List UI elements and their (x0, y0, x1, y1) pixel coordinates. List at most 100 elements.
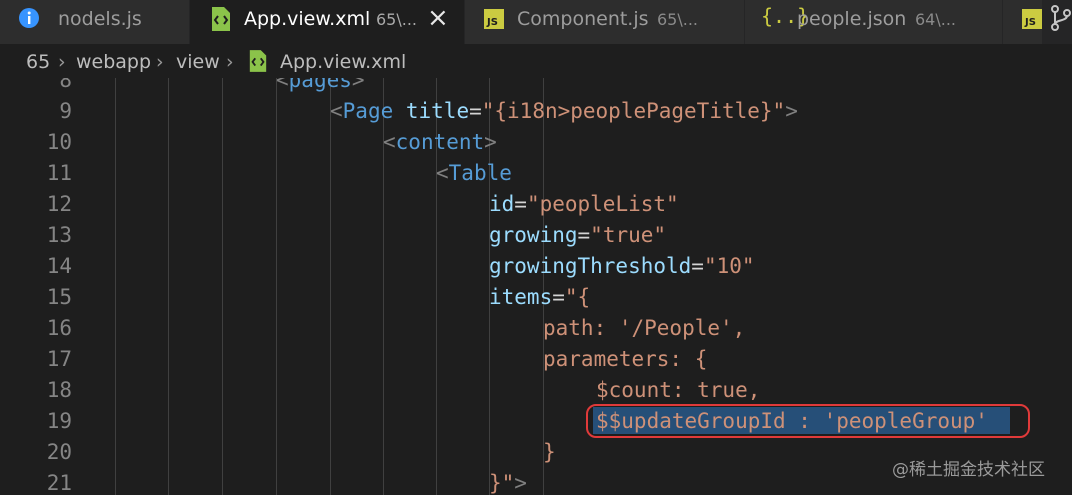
code-token: "{i18n>peoplePageTitle}" (481, 99, 786, 123)
code-token: path: '/People', (543, 316, 746, 340)
code-token: < (330, 99, 343, 123)
code-text: id="peopleList" (489, 189, 679, 220)
code-token: title (393, 99, 470, 123)
code-token: growing (489, 223, 578, 247)
code-token: Page (342, 99, 394, 123)
code-token: $count: true, (596, 378, 761, 402)
tab-label: nodels.js (58, 8, 142, 30)
breadcrumb-item[interactable]: view (176, 51, 220, 73)
editor-tab-bar: nodels.js App.view.xml 65\... × JS Compo… (0, 0, 1072, 44)
code-line[interactable]: 10 <content> (0, 127, 1072, 158)
xml-file-icon (248, 49, 268, 78)
code-token: pages (288, 78, 352, 92)
line-number: 10 (46, 130, 72, 154)
code-token: > (785, 99, 798, 123)
code-text: growing="true" (489, 220, 666, 251)
code-text: <content> (383, 127, 497, 158)
close-icon[interactable]: × (427, 3, 449, 33)
code-token: = (552, 285, 565, 309)
line-number: 17 (46, 347, 72, 371)
line-number: 9 (59, 99, 72, 123)
tab-label: people.json (797, 8, 907, 30)
code-text: <Table (436, 158, 512, 189)
source-control-icon[interactable] (1050, 4, 1072, 38)
tab-app-view-xml[interactable]: App.view.xml 65\... × (190, 0, 465, 44)
js-file-icon: JS (483, 8, 505, 35)
info-icon (18, 7, 40, 34)
code-token: "peopleList" (526, 192, 679, 216)
code-text: } (543, 437, 556, 468)
code-token: > (484, 130, 497, 154)
code-text: parameters: { (543, 344, 707, 375)
tab-people-json[interactable]: {..} people.json 64\... (745, 0, 1003, 44)
code-text: <Page title="{i18n>peoplePageTitle}"> (330, 96, 798, 127)
code-token: = (577, 223, 591, 247)
code-token: "true" (590, 223, 667, 247)
code-line[interactable]: 9 <Page title="{i18n>peoplePageTitle}"> (0, 96, 1072, 127)
code-token: id (489, 192, 515, 216)
tab-label: App.view.xml (244, 8, 371, 30)
code-token: } (543, 440, 556, 464)
code-token: growingThreshold (489, 254, 692, 278)
code-line[interactable]: 11 <Table (0, 158, 1072, 189)
line-number: 14 (46, 254, 72, 278)
svg-text:JS: JS (1024, 17, 1036, 28)
code-line[interactable]: 12 id="peopleList" (0, 189, 1072, 220)
code-token: = (514, 192, 527, 216)
code-line[interactable]: 8 <pages> (0, 78, 1072, 96)
line-number: 11 (46, 161, 72, 185)
js-file-icon: JS (1021, 8, 1042, 35)
line-number: 15 (46, 285, 72, 309)
code-token: < (276, 78, 289, 92)
code-token: "10" (703, 254, 755, 278)
tab-path: 65\... (376, 10, 418, 29)
code-token: parameters: { (543, 347, 708, 371)
tab-path: 65\... (657, 10, 699, 29)
code-text: growingThreshold="10" (489, 251, 755, 282)
line-number: 16 (46, 316, 72, 340)
breadcrumb-item[interactable]: 65 (26, 51, 50, 73)
code-token: < (383, 130, 396, 154)
code-token: > (351, 78, 365, 92)
breadcrumb-item[interactable]: App.view.xml (280, 51, 406, 73)
code-line[interactable]: 16 path: '/People', (0, 313, 1072, 344)
tab-overflow-js[interactable]: JS (1003, 0, 1043, 44)
code-token: > (514, 471, 527, 495)
highlight-annotation (586, 404, 1030, 438)
code-line[interactable]: 15 items="{ (0, 282, 1072, 313)
line-number: 19 (46, 409, 72, 433)
code-token: Table (448, 161, 512, 185)
line-number: 12 (46, 192, 72, 216)
xml-file-icon (210, 6, 232, 37)
code-token: < (436, 161, 449, 185)
tab-label: Component.js (517, 8, 649, 30)
tab-models-js[interactable]: nodels.js (0, 0, 190, 44)
code-text: }"> (489, 468, 527, 495)
code-token: items (489, 285, 553, 309)
tab-component-js[interactable]: JS Component.js 65\... (465, 0, 745, 44)
chevron-right-icon: › (58, 51, 66, 73)
svg-text:JS: JS (486, 17, 498, 28)
code-text: $count: true, (596, 375, 760, 406)
code-token: "{ (564, 285, 591, 309)
watermark: @稀土掘金技术社区 (892, 460, 1045, 480)
line-number: 8 (59, 78, 72, 92)
breadcrumb: 65 › webapp › view › App.view.xml (0, 44, 1072, 82)
code-text: items="{ (489, 282, 590, 313)
breadcrumb-item[interactable]: webapp (76, 51, 151, 73)
line-number: 20 (46, 440, 72, 464)
code-token: = (469, 99, 482, 123)
code-line[interactable]: 17 parameters: { (0, 344, 1072, 375)
code-token: = (691, 254, 704, 278)
chevron-right-icon: › (156, 51, 164, 73)
line-number: 18 (46, 378, 72, 402)
line-number: 21 (46, 471, 72, 495)
code-line[interactable]: 13 growing="true" (0, 220, 1072, 251)
code-line[interactable]: 18 $count: true, (0, 375, 1072, 406)
chevron-right-icon: › (226, 51, 234, 73)
code-line[interactable]: 14 growingThreshold="10" (0, 251, 1072, 282)
code-text: path: '/People', (543, 313, 745, 344)
tab-path: 64\... (915, 10, 957, 29)
code-text: <pages> (276, 78, 365, 96)
code-token: content (395, 130, 485, 154)
